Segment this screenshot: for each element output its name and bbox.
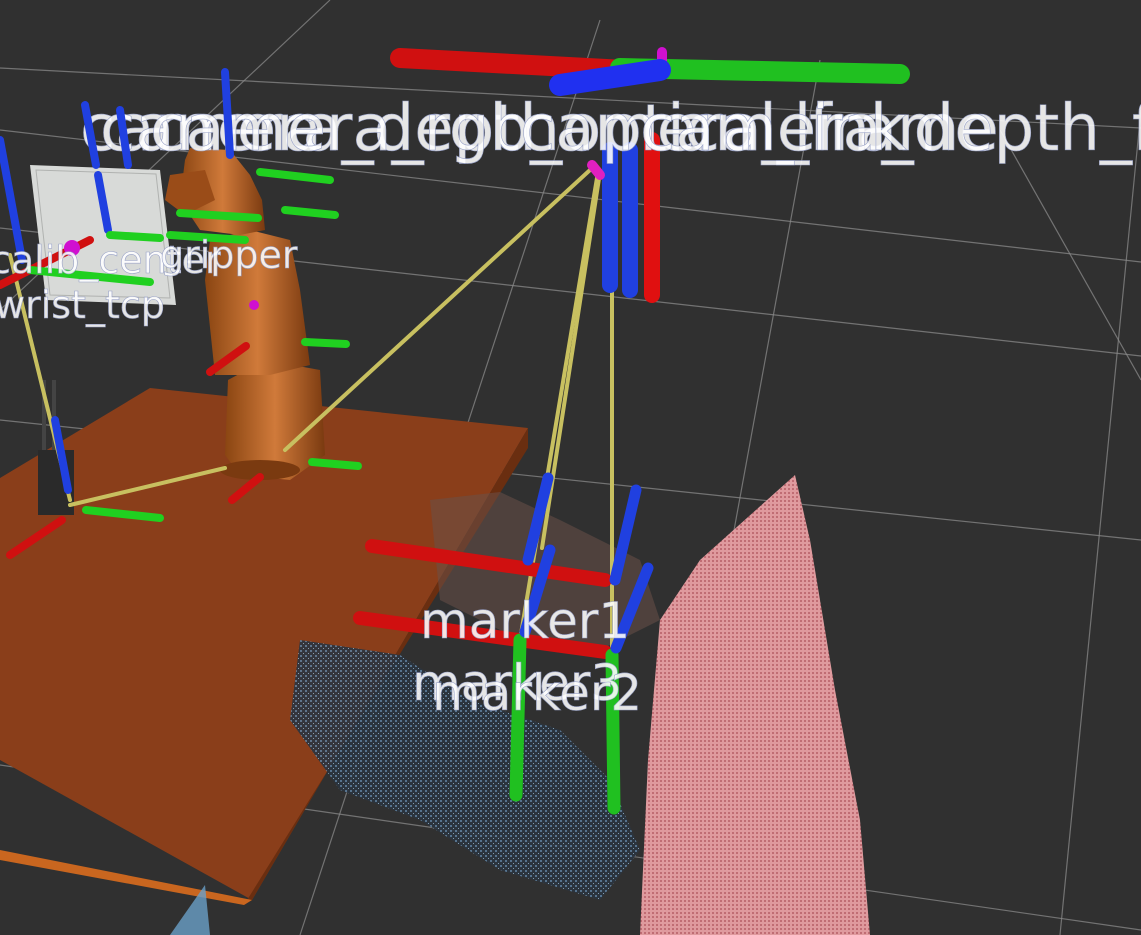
label-gripper: gripper	[160, 233, 298, 277]
label-wrist-tcp: wrist_tcp	[0, 283, 165, 327]
rviz-3d-viewport[interactable]: camera camera_depth camera_rgb_optical_f…	[0, 0, 1141, 935]
label-marker1: marker1	[420, 592, 630, 650]
label-marker2: marker2	[432, 664, 642, 722]
camera-frame-labels: camera camera_depth camera_rgb_optical_f…	[80, 92, 1141, 167]
marker-frame-labels: marker1 marker3 marker2	[412, 592, 643, 723]
label-camera-depth-frame: camera_depth_frame	[640, 92, 1141, 166]
